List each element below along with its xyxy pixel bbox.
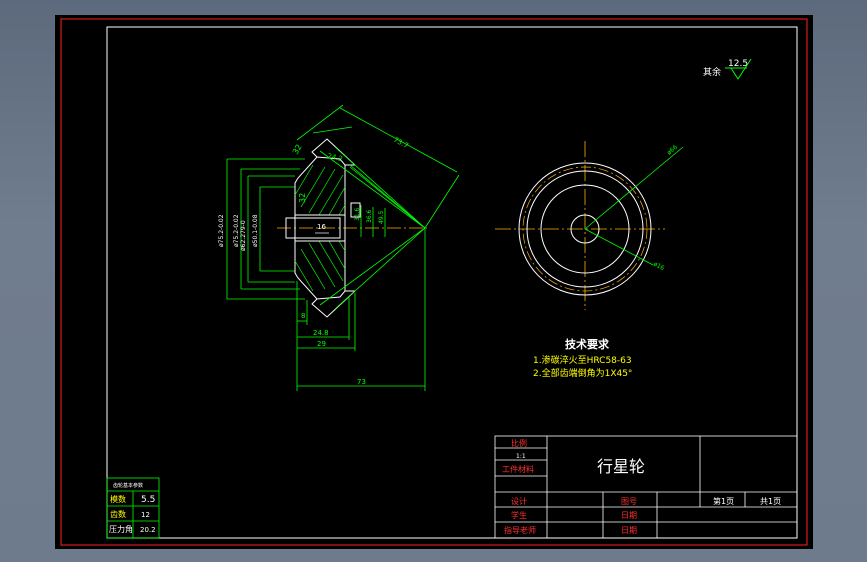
roughness-label: 其余 xyxy=(703,66,721,78)
outer-frame xyxy=(60,18,808,546)
tb-teacher-label: 指导老师 xyxy=(504,525,536,535)
cad-drawing: 其余 12.5 73.7 24.2 32 32 ø75.2-0.02 ø75.2… xyxy=(60,18,808,546)
gear-row-2-value: 12 xyxy=(141,511,150,519)
tb-student-label: 学生 xyxy=(511,510,527,520)
dim-b2: 24.8 xyxy=(313,329,329,337)
gear-row-2-label: 齿数 xyxy=(110,509,126,519)
dim-circle-large: ø66 xyxy=(666,144,679,157)
drawing-viewport[interactable]: 其余 12.5 73.7 24.2 32 32 ø75.2-0.02 ø75.2… xyxy=(55,15,813,549)
tb-sheet-label: 第1页 xyxy=(713,496,734,506)
dim-hole: 16 xyxy=(317,223,326,231)
tech-item-2: 2.全部齿端倒角为1X45° xyxy=(533,367,632,379)
drawing-border xyxy=(106,26,798,539)
dim-r1: 31.6 xyxy=(354,207,361,221)
gear-row-3-label: 压力角 xyxy=(109,524,133,534)
dim-d2: 32 xyxy=(291,143,304,156)
dim-total: 73 xyxy=(357,378,366,386)
dim-d3: 32 xyxy=(298,193,307,203)
tb-material-label: 工件材料 xyxy=(502,464,534,474)
dim-b1: 8 xyxy=(301,312,305,320)
dim-r3: 49.5 xyxy=(378,210,385,224)
tb-date-label-1: 日期 xyxy=(621,511,637,520)
tb-total-label: 共1页 xyxy=(760,497,781,506)
dim-top-slant: 73.7 xyxy=(392,136,410,150)
title-block xyxy=(494,435,798,539)
tech-item-1: 1.渗碳淬火至HRC58-63 xyxy=(533,354,632,366)
tb-drawing-no-label: 图号 xyxy=(621,497,637,506)
gear-table-title: 齿轮基本参数 xyxy=(113,482,143,489)
gear-row-1-value: 5.5 xyxy=(141,495,155,505)
gear-end-view: ø66 ø16 xyxy=(495,141,684,310)
gear-row-3-value: 20.2 xyxy=(140,526,156,534)
dim-circle-small: ø16 xyxy=(652,261,665,273)
tb-date-label-2: 日期 xyxy=(621,526,637,535)
dim-phi4: ø50.1-0.08 xyxy=(252,214,259,247)
tb-part-name: 行星轮 xyxy=(597,457,645,476)
tb-designer-label: 设计 xyxy=(511,496,527,506)
dim-phi3: ø62.279-0 xyxy=(240,220,247,251)
tb-scale-label: 比例 xyxy=(511,438,527,448)
dim-phi1: ø75.2-0.02 xyxy=(218,214,225,247)
dim-r2: 36.6 xyxy=(366,209,373,223)
roughness-symbol: 其余 12.5 xyxy=(703,58,752,80)
dim-b3: 29 xyxy=(317,340,326,348)
tb-scale-value: 1:1 xyxy=(516,453,526,460)
tech-requirements: 技术要求 1.渗碳淬火至HRC58-63 2.全部齿端倒角为1X45° xyxy=(533,337,632,379)
gear-section-view: 73.7 24.2 32 32 ø75.2-0.02 ø75.2-0.02 ø6… xyxy=(218,104,460,391)
tech-title: 技术要求 xyxy=(565,337,610,351)
gear-row-1-label: 模数 xyxy=(110,494,126,504)
dim-phi2: ø75.2-0.02 xyxy=(233,214,240,247)
